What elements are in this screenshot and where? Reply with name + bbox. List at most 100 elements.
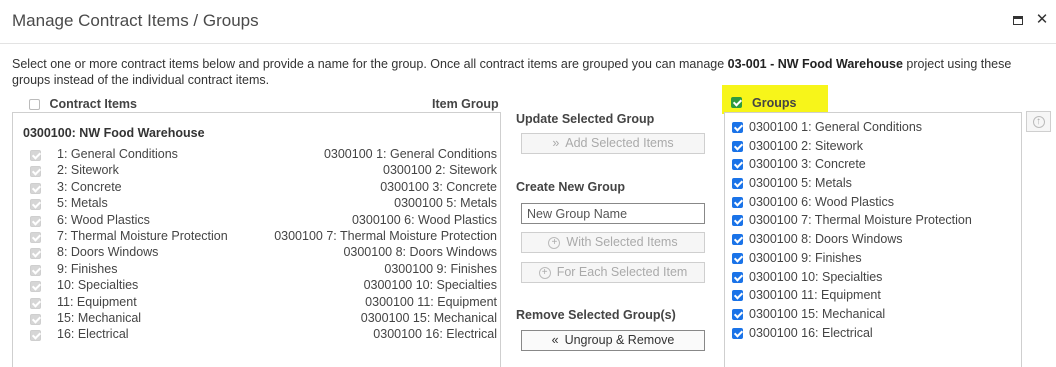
contract-item-row[interactable]: 16: Electrical 0300100 16: Electrical (23, 327, 497, 343)
group-checkbox[interactable] (732, 178, 743, 190)
group-checkbox[interactable] (732, 252, 743, 264)
contract-item-name: 11: Equipment (57, 294, 137, 309)
contract-item-checkbox[interactable] (30, 215, 41, 227)
group-name: 0300100 15: Mechanical (749, 306, 886, 321)
contract-item-name: 6: Wood Plastics (57, 212, 150, 227)
group-checkbox[interactable] (732, 290, 743, 302)
contract-item-checkbox[interactable] (30, 182, 41, 194)
contract-item-name: 2: Sitework (57, 163, 119, 178)
group-checkbox[interactable] (732, 122, 743, 133)
groups-header-label: Groups (752, 96, 797, 110)
group-name: 0300100 10: Specialties (749, 269, 883, 284)
contract-item-name: 3: Concrete (57, 179, 122, 194)
contract-item-row[interactable]: 7: Thermal Moisture Protection 0300100 7:… (23, 229, 497, 245)
add-selected-items-label: Add Selected Items (565, 136, 674, 150)
contract-item-row[interactable]: 6: Wood Plastics 0300100 6: Wood Plastics (23, 213, 497, 229)
double-chevron-right-icon: » (552, 136, 560, 150)
contract-item-group: 0300100 11: Equipment (365, 294, 497, 309)
new-group-name-input[interactable] (521, 203, 705, 224)
groups-panel: 0300100 1: General Conditions 0300100 2: … (724, 112, 1022, 367)
contract-items-panel: 0300100: NW Food Warehouse 1: General Co… (12, 112, 501, 367)
contract-item-checkbox[interactable] (30, 330, 41, 342)
contract-item-group: 0300100 2: Sitework (383, 163, 497, 178)
plus-circle-icon: + (548, 236, 561, 249)
contract-item-name: 15: Mechanical (57, 310, 142, 325)
contract-item-group: 0300100 9: Finishes (384, 261, 497, 276)
item-group-header: Item Group (432, 97, 499, 111)
contract-group-title: 0300100: NW Food Warehouse (23, 126, 205, 140)
group-checkbox[interactable] (732, 308, 743, 320)
contract-item-name: 8: Doors Windows (57, 245, 159, 260)
contract-items-header: Contract Items (29, 97, 137, 111)
contract-item-row[interactable]: 9: Finishes 0300100 9: Finishes (23, 262, 497, 278)
group-name: 0300100 8: Doors Windows (749, 232, 903, 247)
contract-item-checkbox[interactable] (30, 199, 41, 211)
move-up-button[interactable]: ↑ (1026, 111, 1051, 132)
for-each-selected-item-label: For Each Selected Item (556, 265, 688, 279)
ungroup-remove-button[interactable]: « Ungroup & Remove (521, 330, 705, 351)
group-name: 0300100 5: Metals (749, 176, 852, 191)
with-selected-items-button[interactable]: + With Selected Items (521, 232, 705, 253)
contract-item-row[interactable]: 3: Concrete 0300100 3: Concrete (23, 180, 497, 196)
contract-item-checkbox[interactable] (30, 264, 41, 276)
group-name: 0300100 11: Equipment (749, 288, 881, 303)
close-icon[interactable]: ✕ (1034, 12, 1050, 28)
create-group-label: Create New Group (516, 180, 626, 194)
contract-item-name: 9: Finishes (57, 261, 118, 276)
group-checkbox[interactable] (732, 196, 743, 208)
plus-circle-icon: + (538, 266, 551, 279)
instructions-text: Select one or more contract items below … (12, 56, 1052, 88)
ungroup-remove-label: Ungroup & Remove (564, 333, 675, 347)
project-name: 03-001 - NW Food Warehouse (727, 57, 903, 71)
instructions-before: Select one or more contract items below … (12, 57, 728, 71)
contract-item-name: 10: Specialties (57, 278, 139, 293)
group-checkbox[interactable] (732, 234, 743, 246)
for-each-selected-item-button[interactable]: + For Each Selected Item (521, 262, 705, 283)
contract-item-group: 0300100 15: Mechanical (360, 310, 497, 325)
contract-item-checkbox[interactable] (30, 231, 41, 243)
maximize-icon[interactable] (1010, 12, 1026, 28)
remove-group-label: Remove Selected Group(s) (516, 308, 676, 322)
group-checkbox[interactable] (732, 215, 743, 227)
contract-item-group: 0300100 1: General Conditions (323, 147, 497, 161)
contract-item-group: 0300100 16: Electrical (373, 327, 497, 342)
contract-item-checkbox[interactable] (30, 297, 41, 309)
double-chevron-left-icon: « (551, 333, 559, 347)
group-checkbox[interactable] (732, 140, 743, 152)
contract-item-row[interactable]: 11: Equipment 0300100 11: Equipment (23, 295, 497, 311)
contract-item-group: 0300100 3: Concrete (380, 179, 497, 194)
contract-item-group: 0300100 10: Specialties (363, 278, 497, 293)
contract-item-group: 0300100 5: Metals (394, 196, 497, 211)
group-name: 0300100 7: Thermal Moisture Protection (749, 213, 972, 228)
contract-item-name: 1: General Conditions (57, 147, 178, 161)
group-checkbox[interactable] (732, 159, 743, 171)
with-selected-items-label: With Selected Items (566, 235, 678, 249)
select-all-contract-items-checkbox[interactable] (29, 99, 40, 111)
contract-item-group: 0300100 7: Thermal Moisture Protection (274, 228, 497, 243)
group-name: 0300100 1: General Conditions (749, 120, 923, 134)
contract-item-row[interactable]: 15: Mechanical 0300100 15: Mechanical (23, 311, 497, 327)
group-checkbox[interactable] (732, 327, 743, 339)
group-checkbox[interactable] (732, 271, 743, 283)
contract-items-header-label: Contract Items (49, 97, 138, 111)
contract-item-row[interactable]: 8: Doors Windows 0300100 8: Doors Windows (23, 245, 497, 261)
contract-item-row[interactable]: 10: Specialties 0300100 10: Specialties (23, 278, 497, 294)
contract-item-checkbox[interactable] (30, 166, 41, 178)
dialog-title: Manage Contract Items / Groups (12, 11, 259, 30)
contract-item-checkbox[interactable] (30, 150, 41, 161)
contract-items-list: 1: General Conditions 0300100 1: General … (23, 147, 497, 344)
update-group-label: Update Selected Group (516, 112, 655, 126)
contract-item-row[interactable]: 5: Metals 0300100 5: Metals (23, 196, 497, 212)
contract-item-row[interactable]: 2: Sitework 0300100 2: Sitework (23, 163, 497, 179)
groups-header: Groups (722, 85, 828, 114)
contract-item-checkbox[interactable] (30, 313, 41, 325)
contract-item-checkbox[interactable] (30, 281, 41, 293)
contract-item-row[interactable]: 1: General Conditions 0300100 1: General … (23, 147, 497, 163)
group-name: 0300100 9: Finishes (749, 250, 862, 265)
select-all-groups-checkbox[interactable] (731, 97, 742, 108)
contract-item-name: 16: Electrical (57, 327, 129, 342)
contract-item-checkbox[interactable] (30, 248, 41, 260)
add-selected-items-button[interactable]: » Add Selected Items (521, 133, 705, 154)
contract-item-group: 0300100 8: Doors Windows (343, 245, 497, 260)
group-name: 0300100 2: Sitework (749, 138, 863, 153)
